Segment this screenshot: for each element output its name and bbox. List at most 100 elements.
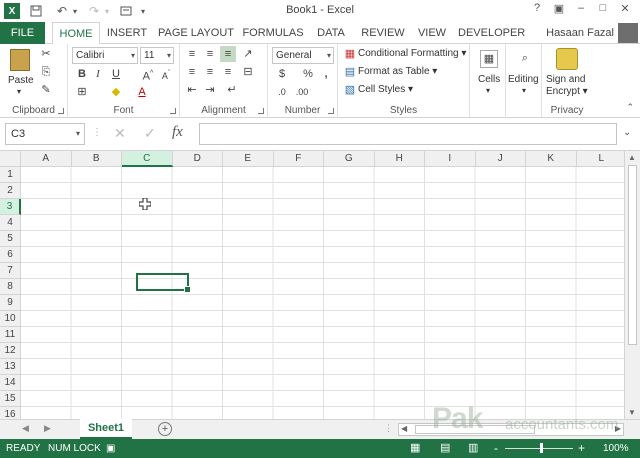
user-name[interactable]: Hasaan Fazal: [546, 22, 614, 44]
paste-dropdown-icon[interactable]: ▾: [17, 87, 21, 96]
format-as-table-button[interactable]: Format as Table ▾: [358, 66, 437, 77]
add-sheet-icon[interactable]: +: [158, 422, 172, 436]
paste-button[interactable]: Paste: [8, 75, 34, 86]
conditional-formatting-icon[interactable]: ▦: [342, 46, 358, 62]
decrease-indent-icon[interactable]: ⇤: [184, 82, 200, 98]
tab-developer[interactable]: DEVELOPER: [458, 22, 525, 44]
increase-indent-icon[interactable]: ⇥: [202, 82, 218, 98]
number-launcher-icon[interactable]: [328, 108, 334, 114]
bold-icon[interactable]: B: [74, 66, 90, 82]
sheet-tab[interactable]: Sheet1: [80, 419, 132, 439]
align-center-icon[interactable]: ≡: [202, 64, 218, 80]
cell-styles-button[interactable]: Cell Styles ▾: [358, 84, 413, 95]
zoom-out-button[interactable]: -: [494, 439, 498, 458]
row-header-3[interactable]: 3: [0, 199, 21, 215]
row-header-13[interactable]: 13: [0, 359, 21, 375]
cancel-icon[interactable]: ✕: [114, 125, 126, 142]
zoom-slider-thumb[interactable]: [540, 443, 543, 453]
align-left-icon[interactable]: ≡: [184, 64, 200, 80]
comma-style-icon[interactable]: ,: [318, 66, 334, 82]
prev-sheet-icon[interactable]: ◀: [22, 423, 29, 434]
font-name-combo[interactable]: Calibri ▾: [72, 47, 138, 64]
close-button[interactable]: ✕: [616, 2, 634, 18]
page-break-view-icon[interactable]: ▥: [468, 439, 478, 458]
next-sheet-icon[interactable]: ▶: [44, 423, 51, 434]
row-header-12[interactable]: 12: [0, 343, 21, 359]
page-layout-view-icon[interactable]: ▤: [440, 439, 450, 458]
middle-align-icon[interactable]: ≡: [202, 46, 218, 62]
clipboard-launcher-icon[interactable]: [58, 108, 64, 114]
row-header-10[interactable]: 10: [0, 311, 21, 327]
row-header-15[interactable]: 15: [0, 391, 21, 407]
select-all-button[interactable]: [0, 151, 21, 167]
number-format-combo[interactable]: General ▾: [272, 47, 334, 64]
enter-icon[interactable]: ✓: [144, 125, 156, 142]
column-header-b[interactable]: B: [71, 151, 122, 167]
row-header-1[interactable]: 1: [0, 167, 21, 183]
merge-center-icon[interactable]: ⊟: [240, 64, 256, 80]
cells-button[interactable]: Cells: [478, 74, 500, 85]
tab-insert[interactable]: INSERT: [104, 22, 150, 44]
tab-review[interactable]: REVIEW: [358, 22, 408, 44]
cell-styles-icon[interactable]: ▧: [342, 82, 358, 98]
row-header-6[interactable]: 6: [0, 247, 21, 263]
ribbon-display-icon[interactable]: ▣: [550, 2, 568, 18]
column-header-c[interactable]: C: [122, 151, 173, 167]
tab-page-layout[interactable]: PAGE LAYOUT: [158, 22, 234, 44]
top-align-icon[interactable]: ≡: [184, 46, 200, 62]
row-header-2[interactable]: 2: [0, 183, 21, 199]
tab-view[interactable]: VIEW: [416, 22, 448, 44]
currency-icon[interactable]: $: [274, 66, 290, 82]
encrypt-label[interactable]: Encrypt ▾: [546, 86, 588, 97]
borders-icon[interactable]: ⊞: [74, 84, 90, 100]
normal-view-icon[interactable]: ▦: [410, 439, 420, 458]
column-header-i[interactable]: I: [425, 151, 476, 167]
font-launcher-icon[interactable]: [170, 108, 176, 114]
paste-icon[interactable]: [10, 49, 30, 71]
align-right-icon[interactable]: ≡: [220, 64, 236, 80]
scroll-left-icon[interactable]: ◀: [401, 424, 407, 433]
cells-icon[interactable]: ▦: [480, 50, 498, 68]
worksheet-grid[interactable]: ABCDEFGHIJKL 1 2 3 4 5 6 7 8 9 10 11 12 13 14 15 16: [0, 151, 640, 419]
column-header-d[interactable]: D: [172, 151, 223, 167]
decrease-decimal-icon[interactable]: .00: [294, 84, 310, 100]
tab-home[interactable]: HOME: [52, 22, 100, 45]
italic-icon[interactable]: I: [90, 66, 106, 82]
percent-icon[interactable]: %: [300, 66, 316, 82]
copy-icon[interactable]: ⎘: [38, 64, 54, 80]
row-header-14[interactable]: 14: [0, 375, 21, 391]
column-header-j[interactable]: J: [475, 151, 526, 167]
column-header-g[interactable]: G: [324, 151, 375, 167]
tab-split-grip-icon[interactable]: ⋮: [384, 423, 393, 434]
avatar[interactable]: [618, 23, 638, 43]
row-header-7[interactable]: 7: [0, 263, 21, 279]
zoom-slider[interactable]: [505, 448, 573, 449]
scroll-up-icon[interactable]: ▲: [628, 153, 636, 162]
format-as-table-icon[interactable]: ▤: [342, 64, 358, 80]
macro-record-icon[interactable]: ▣: [106, 439, 115, 458]
fill-color-icon[interactable]: ◆: [108, 84, 124, 100]
grow-font-icon[interactable]: A^: [140, 66, 156, 83]
help-button[interactable]: ?: [528, 2, 546, 18]
column-header-k[interactable]: K: [526, 151, 577, 167]
editing-dropdown-icon[interactable]: ▾: [522, 86, 526, 95]
row-header-9[interactable]: 9: [0, 295, 21, 311]
conditional-formatting-button[interactable]: Conditional Formatting ▾: [358, 48, 466, 59]
format-painter-icon[interactable]: ✎: [38, 82, 54, 98]
font-color-icon[interactable]: A: [134, 84, 150, 100]
collapse-ribbon-icon[interactable]: ⌃: [626, 102, 634, 113]
expand-formula-bar-icon[interactable]: ⌄: [623, 127, 631, 138]
column-header-f[interactable]: F: [273, 151, 324, 167]
row-header-16[interactable]: 16: [0, 407, 21, 419]
column-header-l[interactable]: L: [576, 151, 627, 167]
underline-icon[interactable]: U: [108, 66, 124, 82]
active-cell-selection[interactable]: [136, 273, 191, 293]
wrap-text-icon[interactable]: ↵: [224, 82, 240, 98]
row-header-8[interactable]: 8: [0, 279, 21, 295]
sign-and-label[interactable]: Sign and: [546, 74, 585, 85]
column-header-h[interactable]: H: [374, 151, 425, 167]
tab-file[interactable]: FILE: [0, 22, 45, 44]
cut-icon[interactable]: ✂: [38, 46, 54, 62]
alignment-launcher-icon[interactable]: [258, 108, 264, 114]
minimize-button[interactable]: –: [572, 2, 590, 18]
